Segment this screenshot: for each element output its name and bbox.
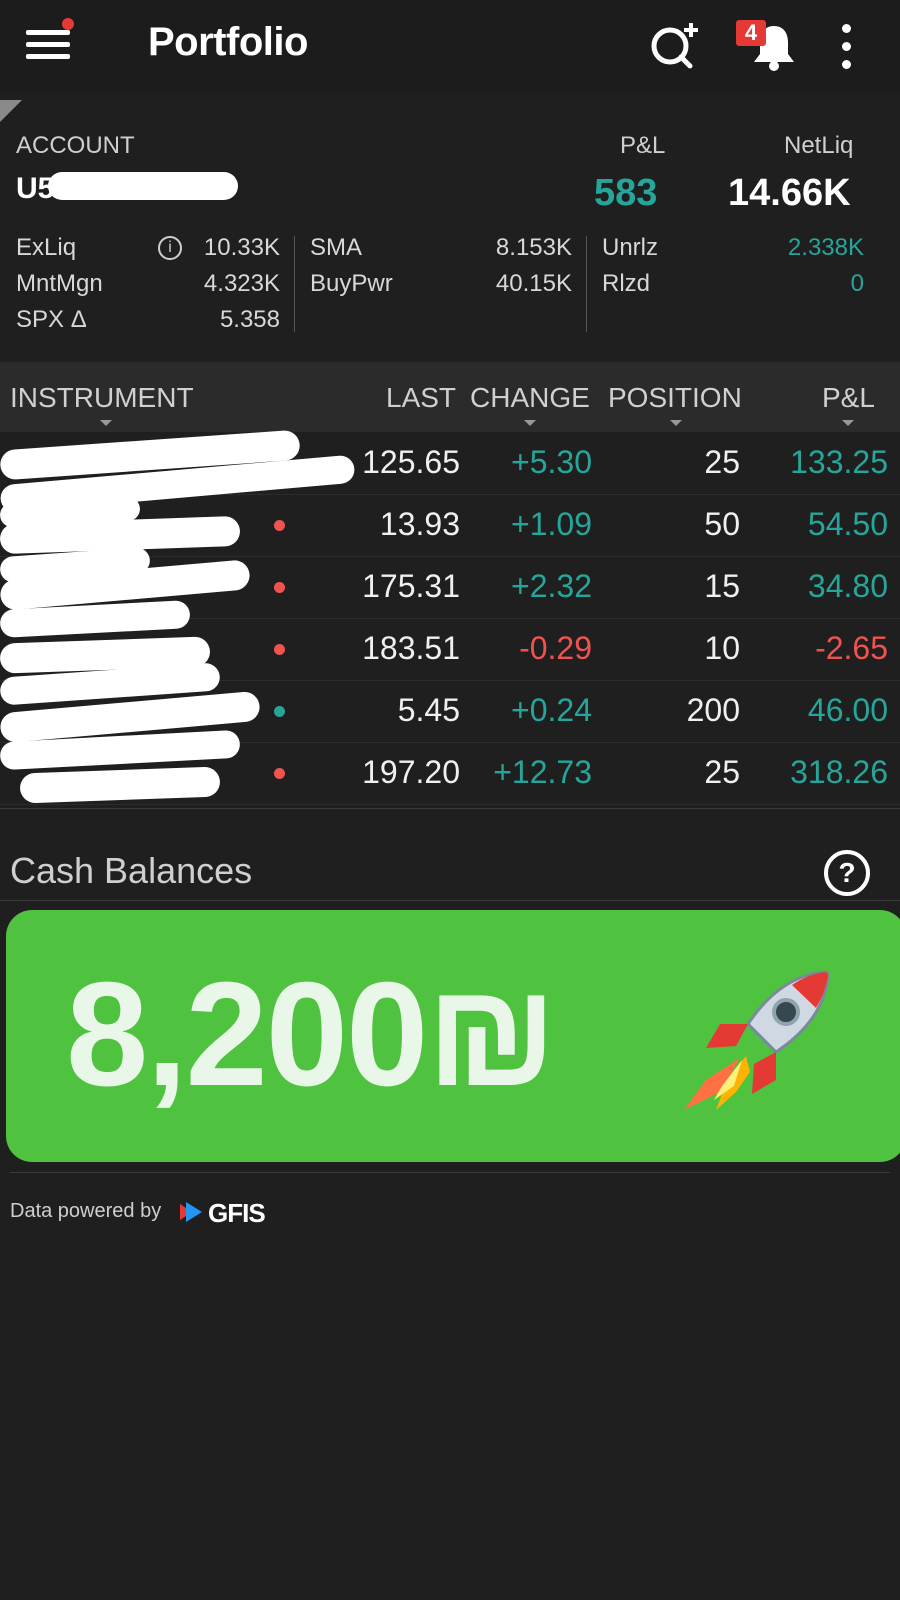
- status-dot-icon: [274, 582, 285, 593]
- netliq-value: 14.66K: [728, 172, 851, 214]
- buypwr-label: BuyPwr: [310, 270, 393, 297]
- cell-position: 25: [704, 754, 740, 790]
- cell-last: 13.93: [379, 506, 460, 542]
- cell-last: 5.45: [397, 692, 460, 728]
- footer-divider: [10, 1172, 890, 1173]
- account-id-redaction: [48, 172, 238, 200]
- cash-balance-amount: 8,200₪: [66, 952, 557, 1117]
- column-header-change[interactable]: CHANGE: [470, 382, 590, 414]
- sort-caret-icon: [524, 420, 536, 426]
- section-divider: [0, 900, 900, 901]
- cell-last: 125.65: [362, 444, 460, 480]
- powered-by-label: Data powered by: [10, 1200, 162, 1222]
- cell-pl: 54.50: [807, 506, 888, 542]
- section-divider: [0, 808, 900, 809]
- exliq-value: 10.33K: [203, 234, 280, 261]
- help-icon[interactable]: ?: [824, 850, 870, 896]
- cell-change: -0.29: [519, 630, 592, 666]
- cell-change: +0.24: [511, 692, 592, 728]
- pl-label: P&L: [620, 132, 666, 159]
- pl-value: 583: [594, 172, 658, 214]
- sort-caret-icon: [670, 420, 682, 426]
- rocket-emoji-icon: [684, 970, 830, 1110]
- spx-delta-value: 5.358: [219, 306, 280, 333]
- sort-caret-icon: [100, 420, 112, 426]
- status-dot-icon: [274, 520, 285, 531]
- cell-pl: 46.00: [807, 692, 888, 728]
- cell-last: 183.51: [362, 630, 460, 666]
- rlzd-value: 0: [850, 270, 864, 297]
- hamburger-menu-icon[interactable]: [26, 18, 74, 64]
- metrics-divider: [294, 236, 295, 332]
- netliq-label: NetLiq: [784, 132, 854, 159]
- column-header-instrument[interactable]: INSTRUMENT: [10, 382, 194, 414]
- buypwr-value: 40.15K: [495, 270, 572, 297]
- cell-position: 15: [704, 568, 740, 604]
- cell-change: +2.32: [511, 568, 592, 604]
- mntmgn-value: 4.323K: [203, 270, 280, 297]
- cell-last: 197.20: [362, 754, 460, 790]
- mntmgn-label: MntMgn: [16, 270, 103, 297]
- status-dot-icon: [274, 706, 285, 717]
- cell-change: +5.30: [511, 444, 592, 480]
- cell-position: 200: [686, 692, 740, 728]
- spx-delta-label: SPX Δ: [16, 306, 87, 333]
- column-header-last[interactable]: LAST: [386, 382, 456, 414]
- notifications-button[interactable]: 4: [736, 20, 806, 72]
- cell-position: 50: [704, 506, 740, 542]
- status-dot-icon: [274, 644, 285, 655]
- cell-position: 10: [704, 630, 740, 666]
- collapse-corner-indicator[interactable]: [0, 100, 22, 122]
- cell-pl: -2.65: [815, 630, 888, 666]
- cell-pl: 34.80: [807, 568, 888, 604]
- status-dot-icon: [274, 768, 285, 779]
- sort-caret-icon: [842, 420, 854, 426]
- unrlz-label: Unrlz: [602, 234, 659, 261]
- cash-balances-title: Cash Balances: [10, 850, 253, 891]
- cell-position: 25: [704, 444, 740, 480]
- column-header-pl[interactable]: P&L: [822, 382, 875, 414]
- notification-count-badge: 4: [736, 20, 766, 46]
- unrlz-value: 2.338K: [787, 234, 864, 261]
- cell-pl: 133.25: [790, 444, 888, 480]
- more-options-icon[interactable]: [838, 22, 854, 72]
- search-add-icon[interactable]: [648, 20, 700, 72]
- exliq-label: ExLiq: [16, 234, 77, 261]
- account-label: ACCOUNT: [16, 132, 135, 159]
- info-icon[interactable]: i: [158, 236, 182, 260]
- page-title: Portfolio: [148, 20, 308, 64]
- column-header-position[interactable]: POSITION: [608, 382, 742, 414]
- menu-notification-dot: [62, 18, 74, 30]
- sma-label: SMA: [310, 234, 363, 261]
- cell-pl: 318.26: [790, 754, 888, 790]
- account-summary: [0, 100, 900, 358]
- gfis-brand: GFIS: [208, 1198, 266, 1228]
- cell-change: +12.73: [493, 754, 592, 790]
- cell-change: +1.09: [511, 506, 592, 542]
- rlzd-label: Rlzd: [602, 270, 651, 297]
- gfis-logo-icon: [180, 1202, 202, 1222]
- metrics-divider: [586, 236, 587, 332]
- sma-value: 8.153K: [495, 234, 572, 261]
- cell-last: 175.31: [362, 568, 460, 604]
